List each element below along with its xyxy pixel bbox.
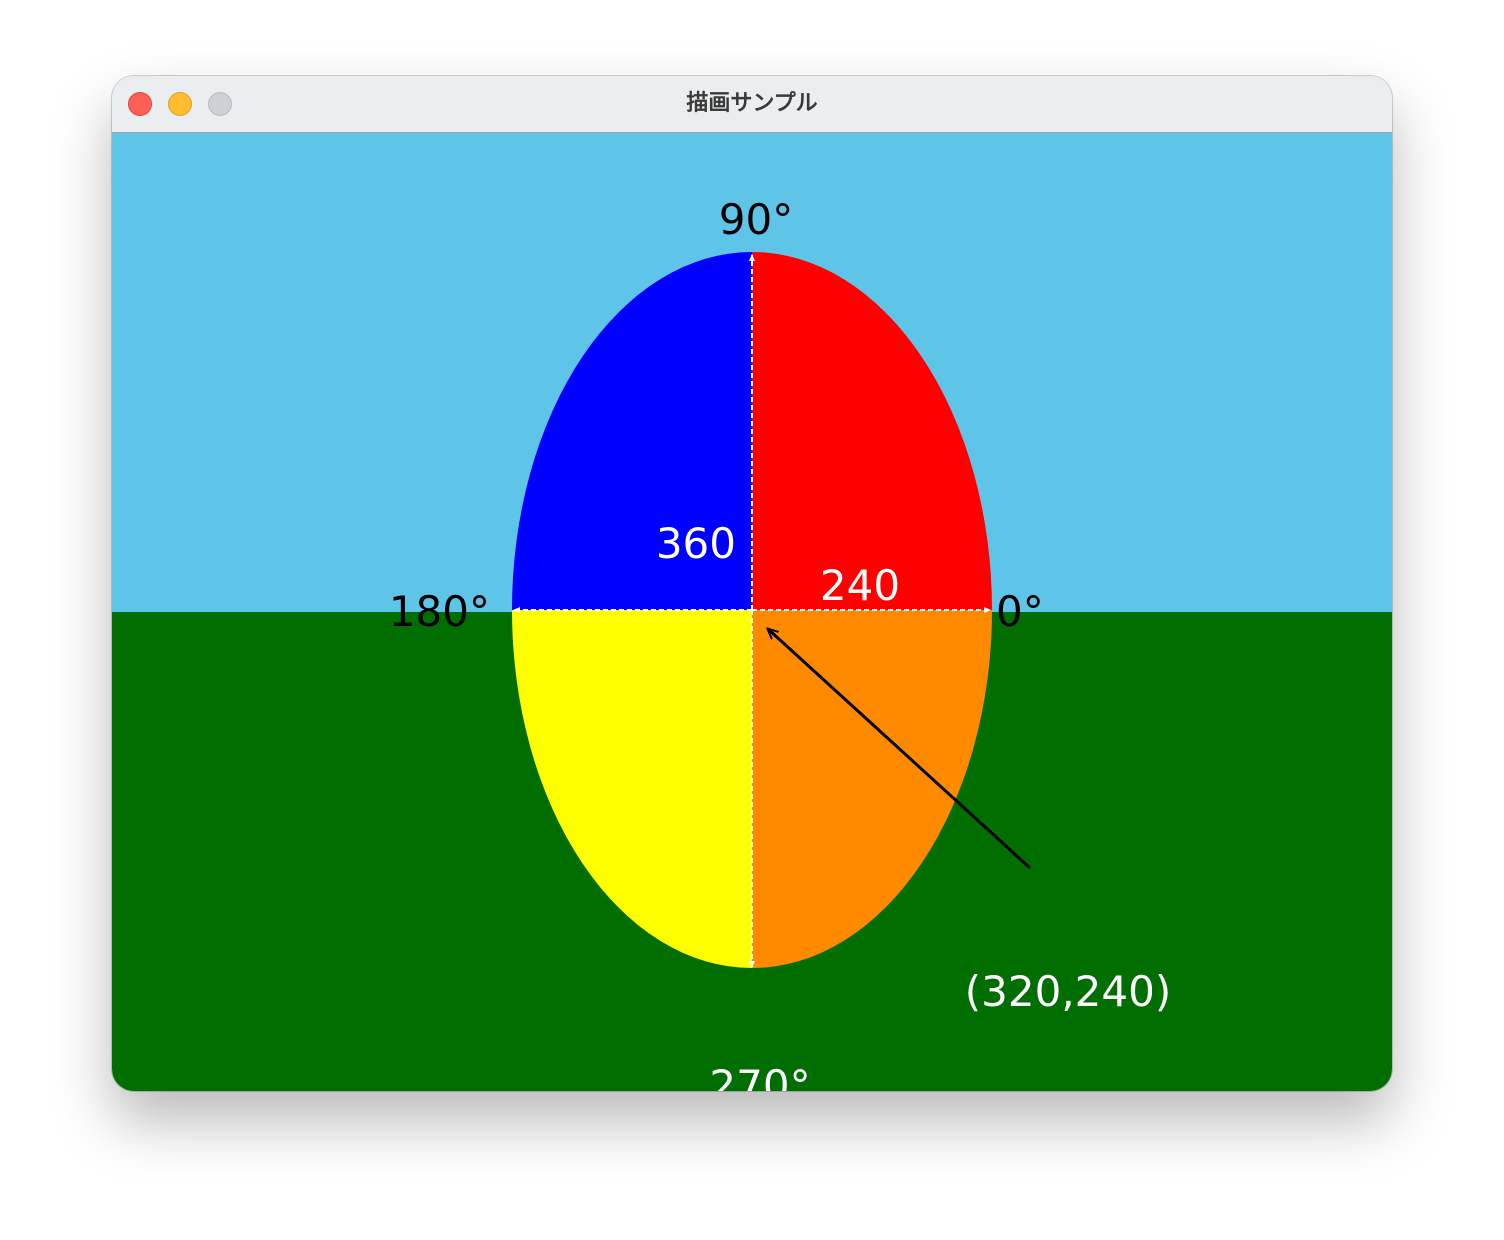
label-0-degrees: 0° bbox=[996, 587, 1044, 636]
label-270-degrees: 270° bbox=[709, 1061, 810, 1091]
label-90-degrees: 90° bbox=[719, 195, 793, 244]
label-center-coordinates: (320,240) bbox=[965, 967, 1171, 1016]
label-width: 240 bbox=[820, 561, 900, 610]
drawing-canvas: 90° 180° 0° 270° 360 240 (320,240) bbox=[112, 133, 1392, 1091]
label-height: 360 bbox=[656, 519, 736, 568]
window-title: 描画サンプル bbox=[686, 91, 818, 116]
app-window: 描画サンプル 90° 180° 0° 270° 360 240 (320,240… bbox=[112, 76, 1392, 1091]
label-180-degrees: 180° bbox=[389, 587, 490, 636]
title-bar[interactable]: 描画サンプル bbox=[112, 76, 1392, 133]
